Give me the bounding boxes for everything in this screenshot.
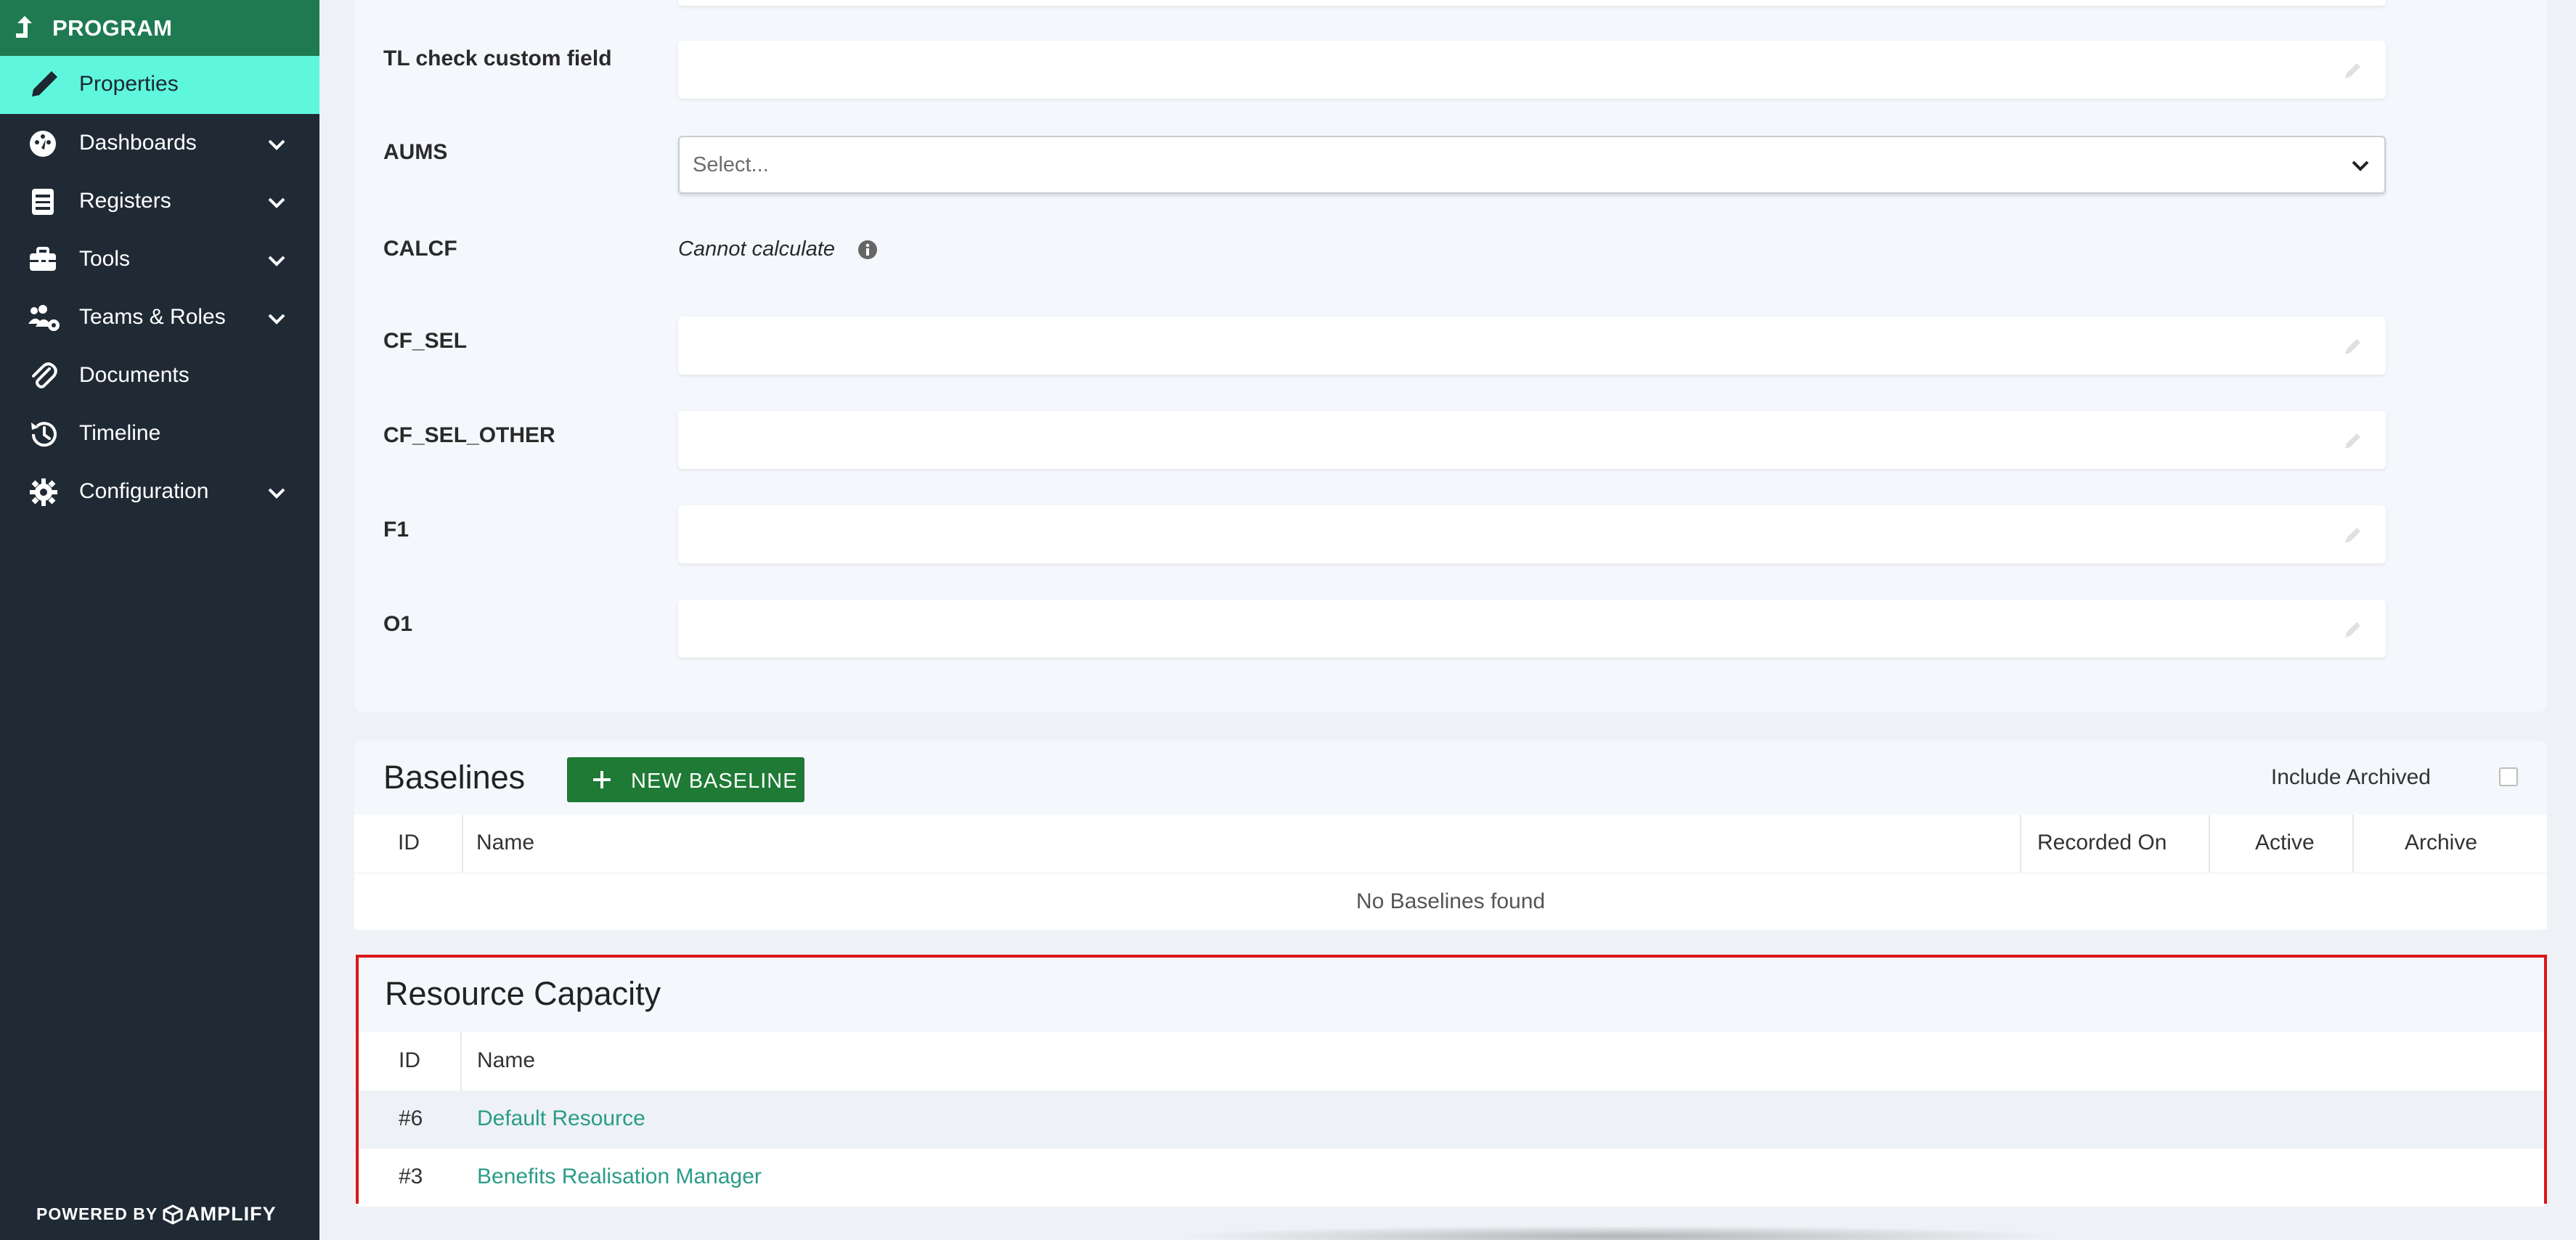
pencil-icon xyxy=(2345,63,2360,78)
pencil-icon xyxy=(2345,528,2360,543)
chevron-down-icon xyxy=(268,197,285,208)
powered-by-text: POWERED BY xyxy=(36,1204,158,1223)
sidebar-item-label: Properties xyxy=(79,72,179,96)
previous-field-input[interactable] xyxy=(678,0,2386,6)
toolbox-icon xyxy=(30,247,56,271)
chevron-down-icon xyxy=(268,488,285,499)
empty-state-message: No Baselines found xyxy=(1356,889,1546,913)
dashboard-gauge-icon xyxy=(30,131,56,157)
aums-select[interactable]: Select... xyxy=(678,136,2386,194)
field-label: CF_SEL xyxy=(383,329,468,353)
properties-panel: TL check custom field AUMS Select... CAL… xyxy=(354,0,2547,711)
sidebar-item-properties[interactable]: Properties xyxy=(0,56,319,114)
new-baseline-button[interactable]: NEW BASELINE xyxy=(567,757,804,802)
column-header-id[interactable]: ID xyxy=(399,1048,420,1073)
column-divider xyxy=(2352,815,2354,873)
field-label: CALCF xyxy=(383,237,457,261)
history-icon xyxy=(31,422,57,447)
field-label: AUMS xyxy=(383,140,448,164)
baselines-title: Baselines xyxy=(383,759,526,796)
resource-link[interactable]: Benefits Realisation Manager xyxy=(477,1164,762,1189)
tl-check-custom-field-input[interactable] xyxy=(678,41,2386,99)
new-baseline-label: NEW BASELINE xyxy=(631,770,798,793)
amplify-logo: AMPLIFY xyxy=(162,1203,277,1225)
plus-icon xyxy=(593,771,611,788)
sidebar-item-label: Tools xyxy=(79,247,131,271)
column-header-id[interactable]: ID xyxy=(398,831,420,855)
chevron-down-icon xyxy=(268,256,285,266)
sidebar-item-teams-roles[interactable]: Teams & Roles xyxy=(0,289,319,347)
sidebar-item-label: Registers xyxy=(79,189,171,213)
cf-sel-other-input[interactable] xyxy=(678,411,2386,469)
field-label: O1 xyxy=(383,612,413,636)
amplify-cube-icon xyxy=(163,1204,183,1225)
sidebar-item-configuration[interactable]: Configuration xyxy=(0,463,319,521)
powered-by-footer: POWERED BY AMPLIFY xyxy=(36,1203,277,1225)
f1-input[interactable] xyxy=(678,505,2386,563)
row-id: #6 xyxy=(399,1106,423,1130)
column-header-archive[interactable]: Archive xyxy=(2405,831,2477,855)
chevron-down-icon xyxy=(268,139,285,150)
column-header-name[interactable]: Name xyxy=(476,831,534,855)
chevron-down-icon xyxy=(2352,160,2369,171)
column-divider xyxy=(2209,815,2210,873)
resource-capacity-title: Resource Capacity xyxy=(385,975,661,1012)
sidebar-item-label: Dashboards xyxy=(79,131,197,155)
pencil-icon xyxy=(32,71,57,97)
cf-sel-input[interactable] xyxy=(678,317,2386,375)
column-divider xyxy=(2020,815,2021,873)
row-id: #3 xyxy=(399,1164,423,1188)
chevron-down-icon xyxy=(268,314,285,325)
resource-link[interactable]: Default Resource xyxy=(477,1106,645,1131)
scroll-shadow xyxy=(1176,1225,2062,1240)
column-divider xyxy=(462,815,463,873)
include-archived-label: Include Archived xyxy=(2270,765,2431,789)
column-divider xyxy=(460,1032,462,1090)
select-placeholder: Select... xyxy=(693,153,769,176)
paperclip-icon xyxy=(32,362,57,388)
main-content: TL check custom field AUMS Select... CAL… xyxy=(319,0,2576,1240)
column-header-active[interactable]: Active xyxy=(2255,831,2315,855)
pencil-icon xyxy=(2345,433,2360,449)
field-label: TL check custom field xyxy=(383,46,612,70)
table-header: ID Name xyxy=(359,1032,2544,1090)
brand-name: AMPLIFY xyxy=(185,1203,277,1225)
table-row[interactable]: #3 Benefits Realisation Manager xyxy=(359,1149,2544,1207)
o1-input[interactable] xyxy=(678,600,2386,658)
sidebar-item-timeline[interactable]: Timeline xyxy=(0,405,319,463)
sidebar-item-documents[interactable]: Documents xyxy=(0,347,319,405)
field-label: F1 xyxy=(383,518,409,542)
table-header: ID Name Recorded On Active Archive xyxy=(354,815,2547,873)
sidebar-item-label: Timeline xyxy=(79,421,161,445)
users-gear-icon xyxy=(28,305,60,331)
sidebar-item-label: Teams & Roles xyxy=(79,305,226,329)
register-list-icon xyxy=(32,189,54,215)
program-header[interactable]: PROGRAM xyxy=(0,0,319,56)
sidebar: PROGRAM Properties Dashboards Registers xyxy=(0,0,319,1240)
gear-icon xyxy=(30,478,57,506)
column-header-name[interactable]: Name xyxy=(477,1048,535,1073)
sidebar-item-label: Documents xyxy=(79,363,189,387)
sidebar-item-dashboards[interactable]: Dashboards xyxy=(0,115,319,173)
include-archived-checkbox[interactable] xyxy=(2499,767,2518,786)
arrow-up-icon xyxy=(16,16,32,38)
table-row[interactable]: #6 Default Resource xyxy=(359,1090,2544,1149)
resource-capacity-panel: Resource Capacity ID Name #6 Default Res… xyxy=(356,955,2547,1207)
pencil-icon xyxy=(2345,339,2360,354)
empty-state-row: No Baselines found xyxy=(354,873,2547,929)
field-label: CF_SEL_OTHER xyxy=(383,423,555,447)
sidebar-item-tools[interactable]: Tools xyxy=(0,231,319,289)
info-icon[interactable] xyxy=(857,239,879,261)
column-header-recorded-on[interactable]: Recorded On xyxy=(2037,831,2167,855)
program-title: PROGRAM xyxy=(52,15,173,41)
sidebar-item-label: Configuration xyxy=(79,479,209,503)
baselines-panel: Baselines NEW BASELINE Include Archived … xyxy=(354,741,2547,931)
sidebar-item-registers[interactable]: Registers xyxy=(0,173,319,231)
calculated-value: Cannot calculate xyxy=(678,237,836,261)
pencil-icon xyxy=(2345,622,2360,637)
